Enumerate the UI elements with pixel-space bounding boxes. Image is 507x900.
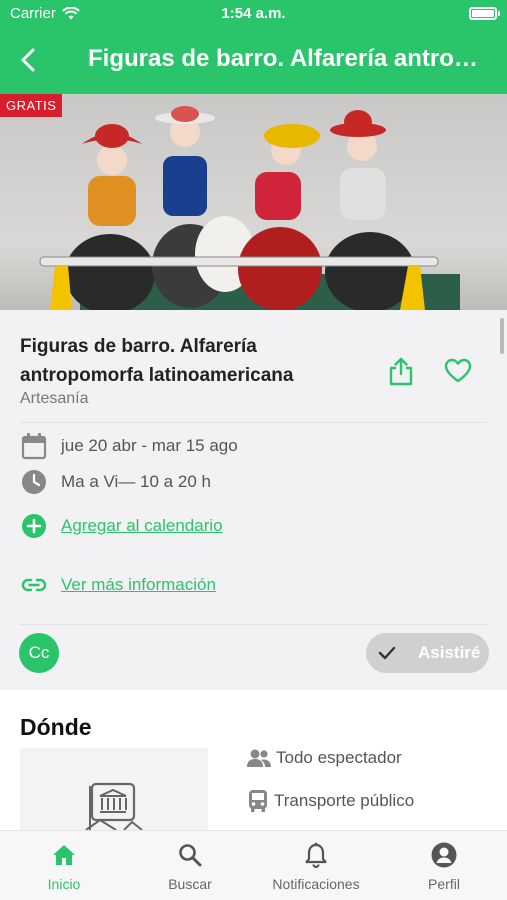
back-button[interactable] [14,45,44,75]
event-image: GRATIS [0,94,507,310]
event-hours: Ma a Vi— 10 a 20 h [61,472,211,491]
tab-label: Perfil [428,876,460,892]
tab-label: Notificaciones [272,876,360,892]
add-calendar-label[interactable]: Agregar al calendario [61,516,223,536]
transport-label: Transporte público [274,791,415,810]
attend-label: Asistiré [418,643,481,662]
where-heading: Dónde [20,714,92,740]
attend-button[interactable]: Asistiré [366,633,489,673]
home-icon [53,845,75,865]
people-icon [247,749,271,767]
clock: 1:54 a.m. [221,5,286,22]
checkmark-icon [378,646,396,660]
transport-row: Transporte público [246,789,414,813]
museum-location-icon [85,782,143,830]
clock-icon [20,468,48,496]
tab-notificaciones[interactable]: Notificaciones [256,841,376,892]
tab-perfil[interactable]: Perfil [384,841,504,892]
event-category: Artesanía [20,390,89,407]
avatar[interactable]: Cc [19,633,59,673]
user-icon [431,842,457,868]
status-bar: Carrier 1:54 a.m. [0,0,507,28]
tab-inicio[interactable]: Inicio [4,841,124,892]
search-icon [179,844,202,867]
audience-label: Todo espectador [276,748,402,767]
divider [20,624,487,625]
event-title: Figuras de barro. Alfarería antropomorfa… [20,336,294,386]
clay-figures-illustration [39,106,460,310]
battery-icon [469,7,500,20]
venue-map-thumbnail[interactable] [20,748,208,830]
page-title: Figuras de barro. Alfarería antropomorfa… [88,45,489,72]
more-info-label[interactable]: Ver más información [61,575,216,595]
divider [20,422,487,423]
date-row: jue 20 abr - mar 15 ago [20,432,238,460]
hours-row: Ma a Vi— 10 a 20 h [20,468,211,496]
scrollbar[interactable] [500,318,504,354]
tab-label: Inicio [47,876,81,892]
free-badge: GRATIS [0,94,63,117]
bus-icon [249,790,267,812]
add-calendar-link[interactable]: Agregar al calendario [20,512,223,540]
favorite-heart-button[interactable] [444,358,472,384]
where-section: Dónde Todo espectador Transporte público [0,690,507,830]
navigation-bar: Figuras de barro. Alfarería antropomorfa… [0,28,507,94]
tab-bar: Inicio Buscar Notificaciones Perfil [0,830,507,900]
share-button[interactable] [388,356,414,386]
more-info-link[interactable]: Ver más información [20,571,216,599]
link-icon [20,571,48,599]
bell-icon [305,842,327,868]
calendar-icon [20,432,48,460]
event-dates: jue 20 abr - mar 15 ago [61,436,238,455]
tab-label: Buscar [168,876,212,892]
audience-row: Todo espectador [246,748,402,768]
add-circle-icon [20,512,48,540]
event-details: Figuras de barro. Alfarería antropomorfa… [0,310,507,690]
tab-buscar[interactable]: Buscar [130,841,250,892]
